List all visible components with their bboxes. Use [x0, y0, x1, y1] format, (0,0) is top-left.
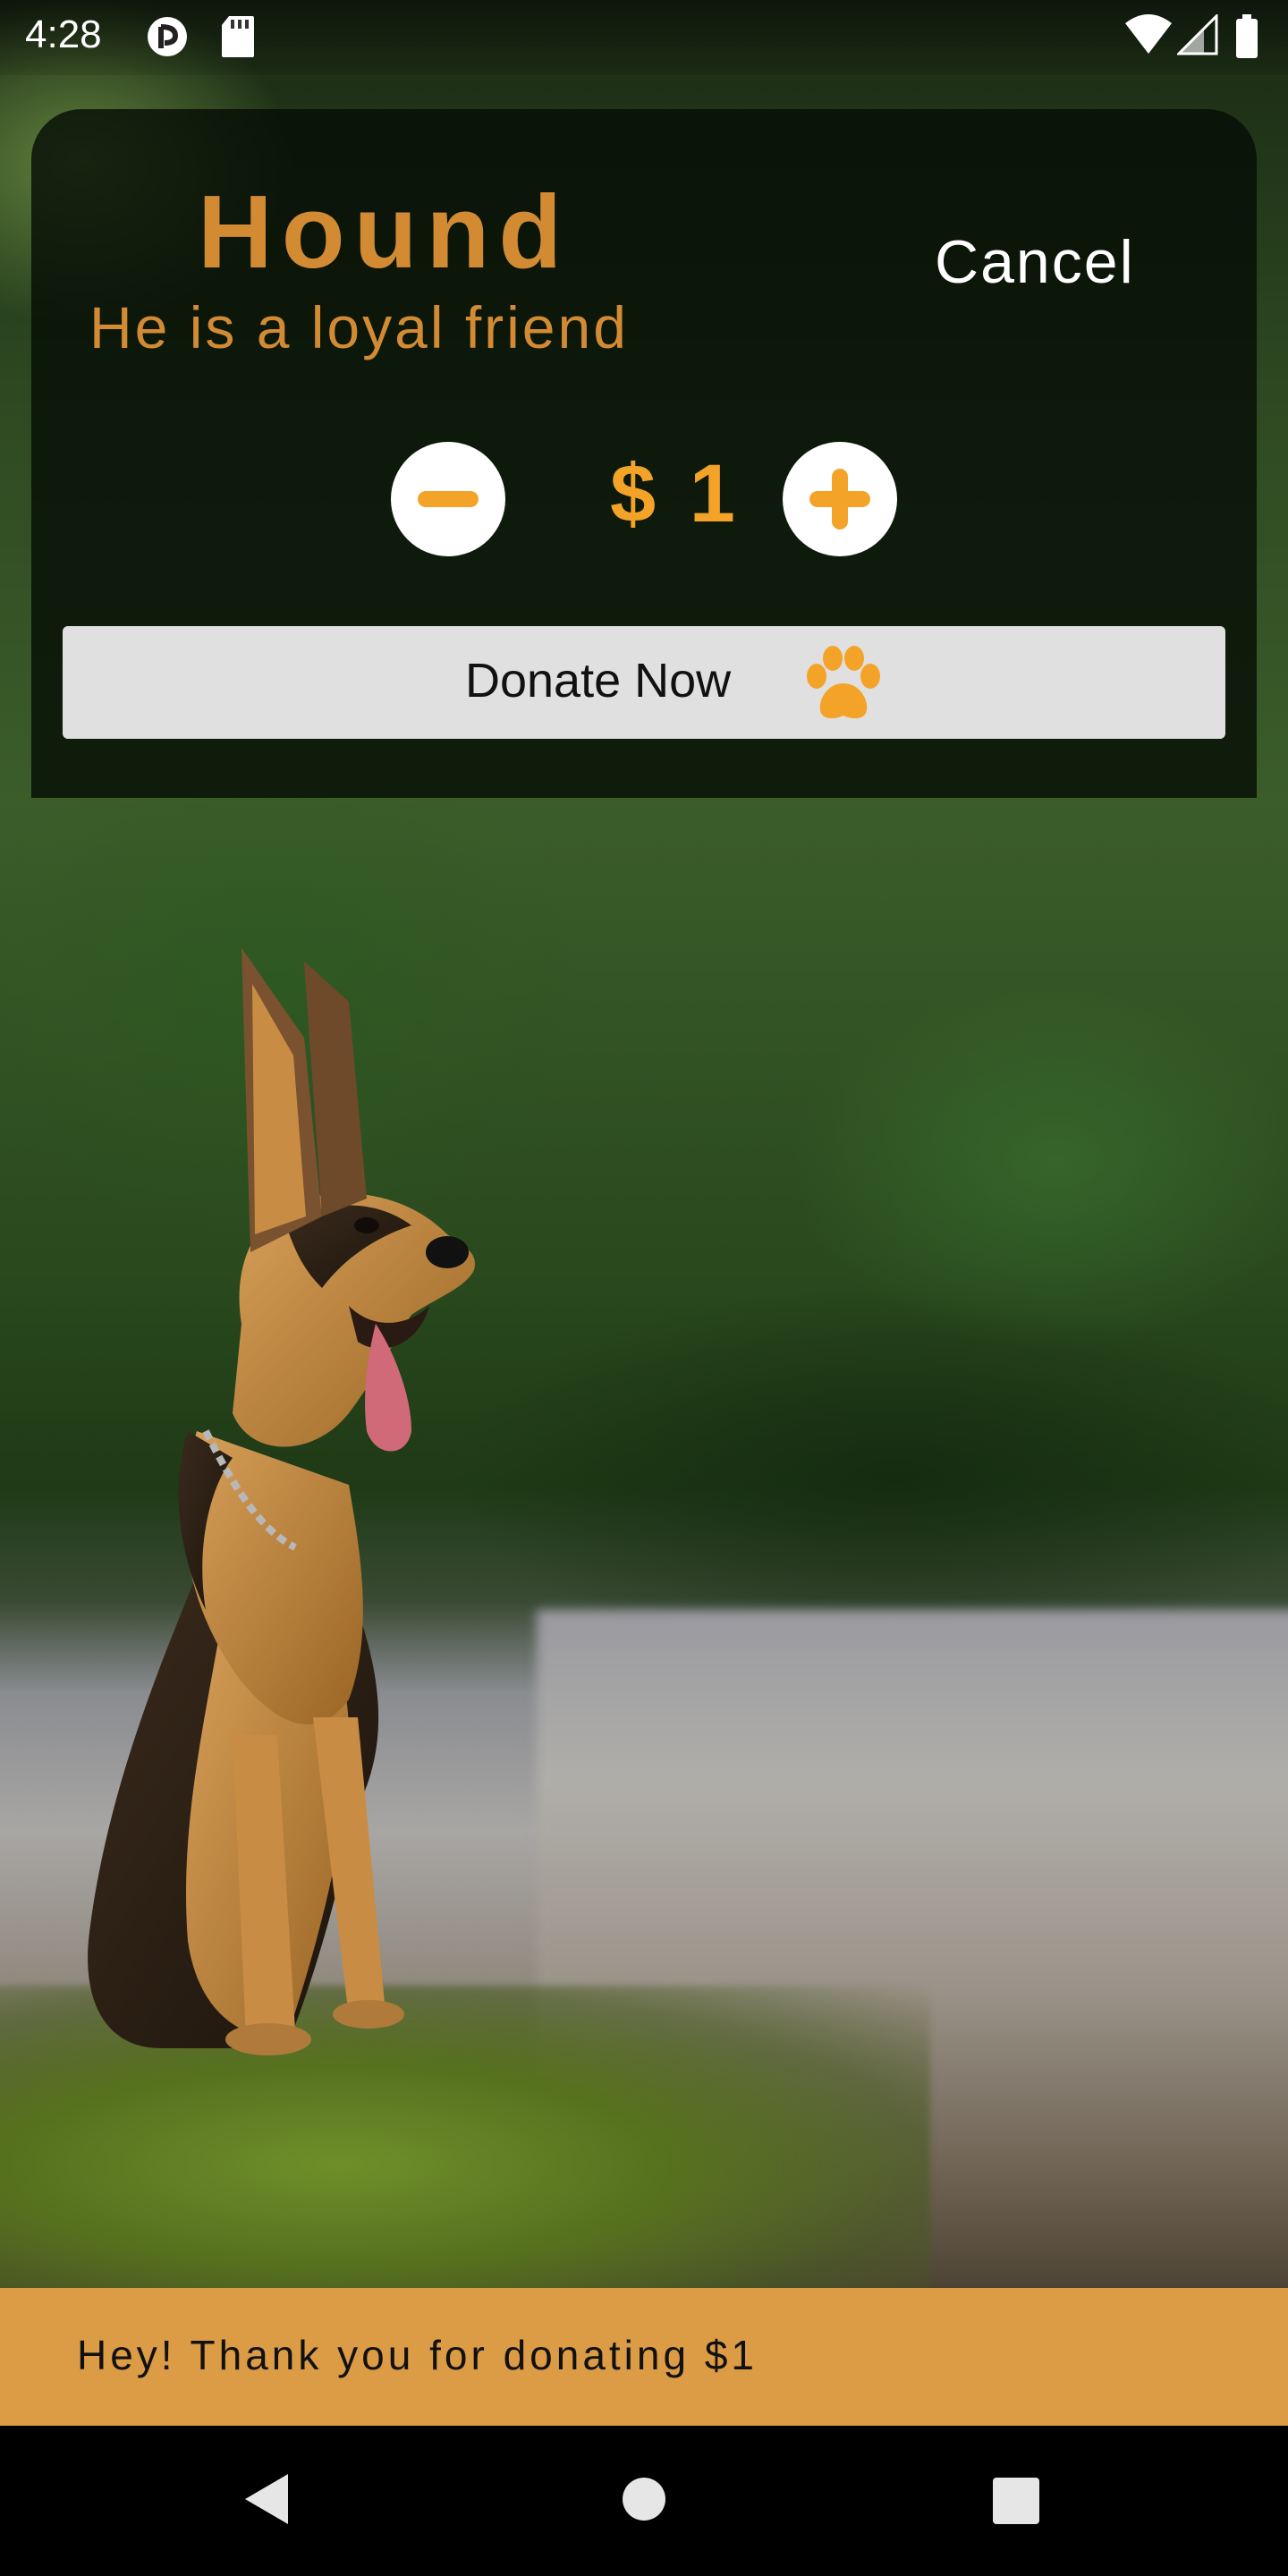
- back-icon[interactable]: [242, 2472, 292, 2526]
- plus-icon: [809, 469, 870, 530]
- donation-card: Hound He is a loyal friend Cancel $ 1 Do…: [31, 109, 1257, 798]
- home-icon[interactable]: [621, 2476, 667, 2522]
- donate-now-button[interactable]: Donate Now: [63, 626, 1225, 739]
- decrement-button[interactable]: [391, 442, 505, 556]
- pet-description: He is a loyal friend: [89, 294, 629, 360]
- notification-app-icon: [148, 17, 187, 56]
- dog-image: [88, 948, 475, 2055]
- donation-amount: $ 1: [610, 448, 741, 539]
- minus-icon: [418, 491, 479, 507]
- snackbar: Hey! Thank you for donating $1: [0, 2288, 1288, 2426]
- pet-name-title: Hound: [198, 174, 572, 290]
- increment-button[interactable]: [783, 442, 897, 556]
- signal-icon: [1177, 14, 1218, 55]
- recents-icon[interactable]: [993, 2478, 1039, 2524]
- paw-icon: [807, 646, 880, 719]
- navigation-bar: [0, 2426, 1288, 2576]
- battery-icon: [1236, 14, 1258, 58]
- wifi-icon: [1125, 14, 1172, 54]
- snackbar-message: Hey! Thank you for donating $1: [77, 2332, 758, 2378]
- status-bar: 4:28: [0, 0, 1288, 75]
- cancel-button[interactable]: Cancel: [935, 227, 1135, 297]
- sd-card-icon: [222, 16, 254, 57]
- donate-now-label: Donate Now: [465, 654, 732, 708]
- status-time: 4:28: [25, 13, 102, 56]
